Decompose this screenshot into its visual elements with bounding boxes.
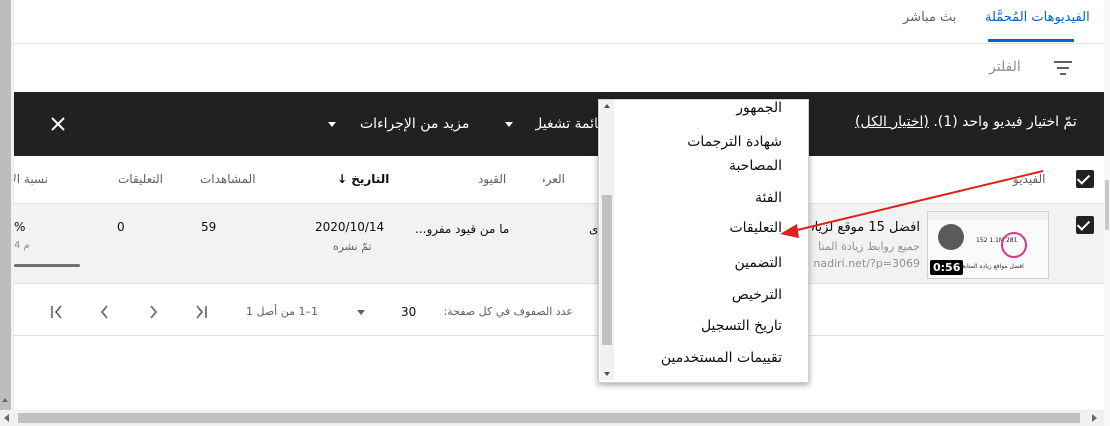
tab-uploads[interactable]: الفيديوهات المُحمَّلة: [985, 10, 1090, 25]
thumbnail-highlight-circle: [1001, 232, 1027, 258]
dropdown-item-caption-certification[interactable]: شهادة الترجمات: [687, 134, 782, 150]
select-all-checkbox[interactable]: [1076, 170, 1094, 188]
column-header-visibility: العرض: [543, 172, 565, 186]
video-description-link: nadiri.net/?p=3069: [813, 257, 920, 270]
row-checkbox[interactable]: [1076, 216, 1094, 234]
check-icon: [1076, 171, 1091, 185]
scroll-left-arrow-icon[interactable]: [4, 414, 9, 422]
column-header-views: المشاهدات: [200, 172, 256, 186]
dropdown-scrollbar-thumb[interactable]: [602, 195, 612, 345]
rows-per-page-select[interactable]: 30: [401, 305, 416, 319]
rows-per-page-label: عدد الصفوف في كل صفحة:: [443, 305, 573, 318]
scroll-down-arrow-icon[interactable]: [604, 372, 610, 376]
selection-count-text: تمّ اختيار فيديو واحد (1). (اختيار الكل): [855, 114, 1077, 130]
dropdown-item-audience[interactable]: الجمهور: [736, 100, 782, 116]
column-header-restrictions: القيود: [478, 172, 507, 186]
scroll-right-arrow-icon[interactable]: [1092, 414, 1097, 422]
pagination-divider: [14, 335, 1104, 336]
dropdown-item-recording-date[interactable]: تاريخ التسجيل: [701, 318, 782, 334]
more-actions-button[interactable]: مزيد من الإجراءات: [360, 116, 469, 132]
check-icon: [1076, 217, 1091, 231]
next-page-icon[interactable]: [97, 304, 113, 320]
playlist-button[interactable]: قائمة تشغيل: [535, 116, 605, 132]
select-all-link[interactable]: (اختيار الكل): [855, 114, 929, 130]
dropdown-item-companion[interactable]: المصاحبة: [729, 158, 782, 174]
cell-ratio: %: [14, 220, 26, 234]
vertical-scrollbar-thumb[interactable]: [1105, 180, 1109, 230]
scroll-up-arrow-icon[interactable]: [2, 398, 8, 402]
table-row-divider: [14, 283, 1104, 284]
video-description: جميع روابط زيادة المتا: [818, 240, 920, 253]
caret-down-icon: [328, 122, 336, 127]
filter-label[interactable]: الفلتر: [989, 59, 1021, 75]
selection-count-label: تمّ اختيار فيديو واحد (1).: [933, 114, 1077, 130]
tabs-divider: [14, 43, 1104, 44]
thumbnail-status-bar: [928, 212, 1048, 220]
column-header-comments: التعليقات: [118, 172, 164, 186]
thumbnail-avatar: [938, 224, 964, 250]
tab-live[interactable]: بث مباشر: [903, 10, 956, 25]
page-edge-strip: [0, 0, 11, 426]
cell-ratio-sub: 4 م: [14, 240, 30, 251]
column-header-video: الفيديو: [1013, 172, 1046, 186]
table-horizontal-scroll-thumb[interactable]: [14, 264, 80, 267]
cell-date: 2020/10/14: [315, 220, 385, 234]
filter-icon[interactable]: [1054, 61, 1072, 75]
active-tab-indicator: [988, 39, 1074, 42]
caret-down-icon: [505, 122, 513, 127]
last-page-icon[interactable]: [49, 304, 65, 320]
column-header-ratio: نسبة الإ: [14, 172, 48, 186]
horizontal-scrollbar-thumb[interactable]: [18, 413, 1080, 423]
thumbnail-caption: افضل مواقع زياده المتابعين: [956, 263, 1024, 270]
column-header-date[interactable]: التاريخ ↓: [337, 172, 389, 186]
previous-page-icon[interactable]: [145, 304, 161, 320]
dropdown-item-comments[interactable]: التعليقات: [729, 220, 782, 236]
cell-comments: 0: [117, 220, 125, 234]
dropdown-item-category[interactable]: الفئة: [755, 190, 782, 206]
caret-down-icon[interactable]: [357, 310, 365, 315]
close-icon[interactable]: [50, 116, 66, 132]
video-duration-badge: 0:56: [930, 260, 964, 275]
dropdown-item-license[interactable]: الترخيص: [732, 287, 782, 303]
dropdown-item-embedding[interactable]: التضمين: [735, 255, 783, 271]
cell-restrictions: ما من قيود مفرو...: [415, 222, 510, 236]
scroll-up-arrow-icon[interactable]: [604, 104, 610, 108]
video-title[interactable]: افضل 15 موقع لزيادة ال: [812, 220, 920, 235]
cell-views: 59: [201, 220, 217, 234]
dropdown-item-user-ratings[interactable]: تقييمات المستخدمين: [661, 350, 782, 366]
video-thumbnail[interactable]: 152 1.1M 281 افضل مواقع زياده المتابعين …: [927, 211, 1049, 279]
cell-status: تمّ نشره: [333, 240, 372, 253]
pagination-range: 1–1 من أصل 1: [246, 305, 318, 318]
first-page-icon[interactable]: [193, 304, 209, 320]
